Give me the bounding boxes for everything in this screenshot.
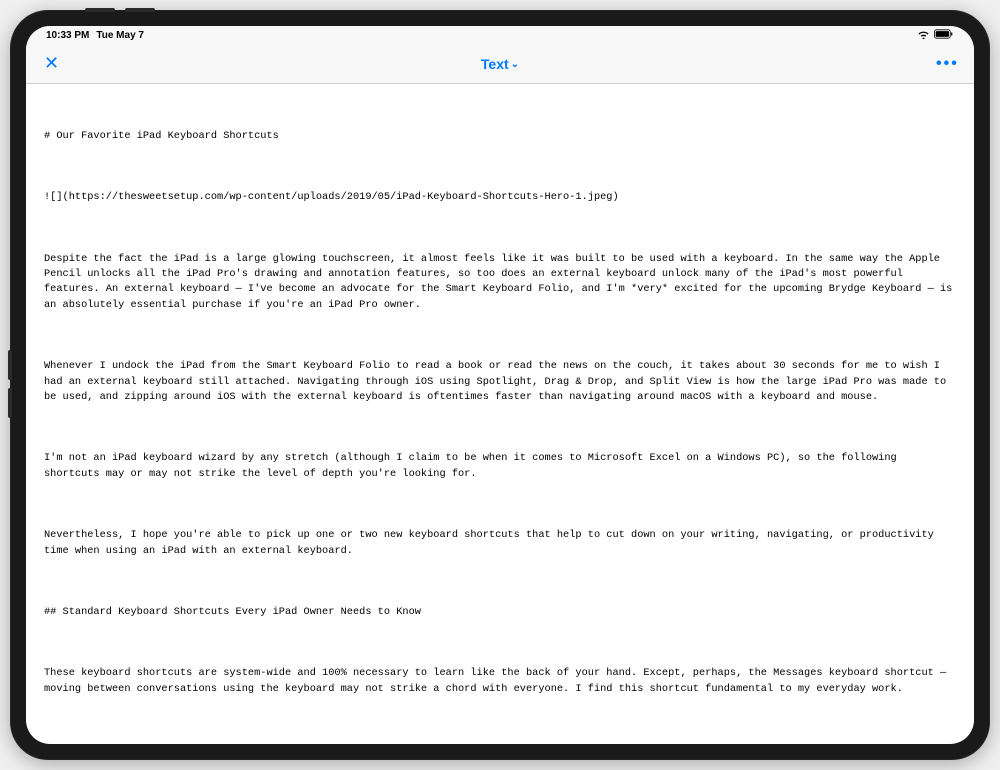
status-date: Tue May 7: [96, 30, 144, 41]
text-line: Nevertheless, I hope you're able to pick…: [44, 528, 956, 559]
volume-down-button: [125, 8, 155, 12]
title-dropdown[interactable]: Text ⌄: [481, 56, 519, 72]
text-line: Despite the fact the iPad is a large glo…: [44, 252, 956, 314]
battery-icon: [934, 29, 954, 42]
text-line: ![](https://thesweetsetup.com/wp-content…: [44, 190, 956, 205]
text-line: These keyboard shortcuts are system-wide…: [44, 666, 956, 697]
text-line: **Command + H:** Whenever you're inside …: [44, 743, 956, 744]
side-button-1: [8, 350, 12, 380]
text-line: Whenever I undock the iPad from the Smar…: [44, 359, 956, 405]
close-button[interactable]: ✕: [44, 53, 64, 74]
editor-content[interactable]: # Our Favorite iPad Keyboard Shortcuts !…: [26, 84, 974, 744]
ipad-frame: 10:33 PM Tue May 7 ✕ Text ⌄ ••• # Our Fa…: [10, 10, 990, 760]
status-right: [917, 29, 954, 42]
status-left: 10:33 PM Tue May 7: [46, 30, 144, 41]
status-bar: 10:33 PM Tue May 7: [26, 26, 974, 44]
text-line: # Our Favorite iPad Keyboard Shortcuts: [44, 129, 956, 144]
text-line: ## Standard Keyboard Shortcuts Every iPa…: [44, 605, 956, 620]
wifi-icon: [917, 29, 930, 42]
more-button[interactable]: •••: [936, 55, 956, 73]
chevron-down-icon: ⌄: [511, 59, 519, 70]
nav-title-label: Text: [481, 56, 509, 72]
nav-bar: ✕ Text ⌄ •••: [26, 44, 974, 84]
status-time: 10:33 PM: [46, 30, 89, 41]
screen: 10:33 PM Tue May 7 ✕ Text ⌄ ••• # Our Fa…: [26, 26, 974, 744]
text-line: I'm not an iPad keyboard wizard by any s…: [44, 451, 956, 482]
side-button-2: [8, 388, 12, 418]
volume-up-button: [85, 8, 115, 12]
